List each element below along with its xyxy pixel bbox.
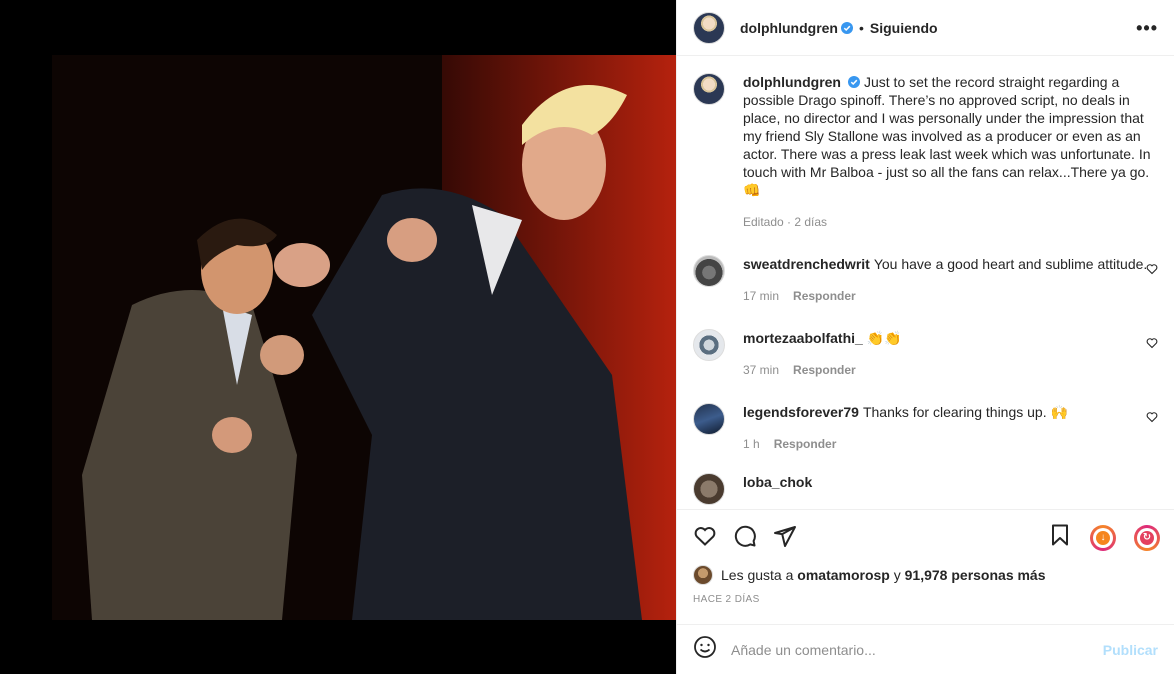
share-icon[interactable] bbox=[773, 524, 797, 548]
post-timestamp[interactable]: HACE 2 DÍAS bbox=[677, 588, 1174, 605]
caption-username[interactable]: dolphlundgren bbox=[743, 74, 841, 90]
publish-button[interactable]: Publicar bbox=[1103, 642, 1158, 658]
post-photo[interactable]: クス bbox=[52, 55, 676, 620]
post-side-panel: dolphlundgren • Siguiendo ••• dolphlundg… bbox=[676, 0, 1174, 674]
caption-item: dolphlundgren Just to set the record stra… bbox=[693, 73, 1158, 231]
like-comment-heart-icon[interactable] bbox=[1146, 411, 1158, 423]
comment-username[interactable]: legendsforever79 bbox=[743, 404, 859, 420]
comment-avatar[interactable] bbox=[693, 329, 725, 361]
likes-middle: y bbox=[893, 567, 901, 583]
following-button[interactable]: Siguiendo bbox=[870, 20, 938, 36]
reel-share-icon[interactable]: ↻ bbox=[1134, 524, 1160, 551]
post-header: dolphlundgren • Siguiendo ••• bbox=[677, 0, 1174, 56]
comment-username[interactable]: mortezaabolfathi_ bbox=[743, 330, 863, 346]
reply-button[interactable]: Responder bbox=[793, 289, 856, 303]
reply-button[interactable]: Responder bbox=[774, 437, 837, 451]
comment-text: You have a good heart and sublime attitu… bbox=[873, 256, 1148, 272]
comment-text: 👏👏 bbox=[866, 330, 902, 346]
header-dot-separator: • bbox=[858, 19, 864, 36]
heart-icon[interactable] bbox=[693, 524, 717, 548]
likes-prefix: Les gusta a bbox=[721, 567, 794, 583]
comment-item: sweatdrenchedwrit You have a good heart a… bbox=[693, 255, 1158, 305]
likes-summary: Les gusta a omatamorosp y 91,978 persona… bbox=[677, 562, 1174, 588]
verified-badge-icon bbox=[840, 21, 853, 34]
like-comment-heart-icon[interactable] bbox=[1146, 263, 1158, 275]
verified-badge-icon bbox=[847, 76, 860, 88]
like-comment-heart-icon[interactable] bbox=[1146, 337, 1158, 349]
caption-text: Just to set the record straight regardin… bbox=[743, 74, 1151, 198]
comment-time: 37 min bbox=[743, 363, 780, 377]
author-username[interactable]: dolphlundgren bbox=[740, 20, 838, 36]
comment-username[interactable]: loba_chok bbox=[743, 474, 812, 490]
reply-button[interactable]: Responder bbox=[793, 363, 856, 377]
save-icon[interactable] bbox=[1048, 523, 1072, 552]
post-modal: クス dolphlundgren bbox=[0, 0, 1174, 674]
caption-avatar[interactable] bbox=[693, 73, 725, 105]
more-options-icon[interactable]: ••• bbox=[1136, 18, 1158, 39]
comment-item: mortezaabolfathi_ 👏👏 37 min Responder bbox=[693, 329, 1158, 379]
liker-avatar[interactable] bbox=[693, 565, 713, 585]
emoji-icon[interactable] bbox=[693, 635, 717, 664]
comments-list[interactable]: dolphlundgren Just to set the record stra… bbox=[677, 57, 1174, 509]
caption-meta: Editado · 2 días bbox=[743, 215, 828, 229]
add-comment-bar: Publicar bbox=[677, 624, 1174, 674]
comment-item: legendsforever79 Thanks for clearing thin… bbox=[693, 403, 1158, 453]
comment-time: 1 h bbox=[743, 437, 760, 451]
media-pane: クス bbox=[0, 0, 676, 674]
comment-username[interactable]: sweatdrenchedwrit bbox=[743, 256, 870, 272]
reel-icon[interactable]: ↓ bbox=[1090, 524, 1116, 551]
comment-item: loba_chok bbox=[693, 473, 1158, 505]
author-avatar[interactable] bbox=[693, 11, 725, 44]
comment-text: Thanks for clearing things up. 🙌 bbox=[862, 404, 1068, 420]
likes-count[interactable]: 91,978 personas más bbox=[905, 567, 1046, 583]
comment-avatar[interactable] bbox=[693, 403, 725, 435]
comment-avatar[interactable] bbox=[693, 255, 725, 287]
liker-username[interactable]: omatamorosp bbox=[797, 567, 890, 583]
comment-time: 17 min bbox=[743, 289, 780, 303]
comment-icon[interactable] bbox=[733, 524, 757, 548]
comment-avatar[interactable] bbox=[693, 473, 725, 505]
comment-input[interactable] bbox=[731, 641, 1103, 658]
